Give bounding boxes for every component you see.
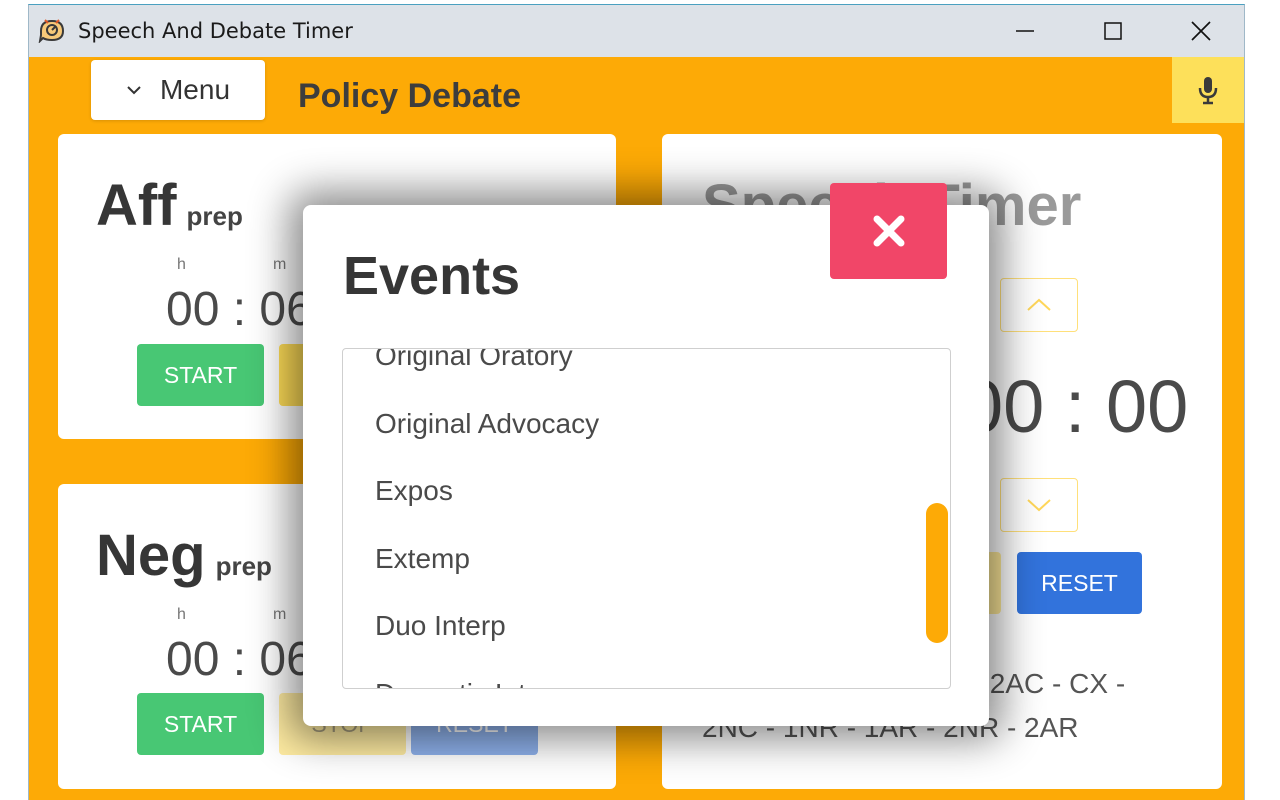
neg-start-button[interactable]: START <box>137 693 264 755</box>
events-list-inner: Original Oratory Original Advocacy Expos… <box>343 349 950 689</box>
minimize-icon <box>1016 30 1034 32</box>
list-item[interactable]: Original Oratory <box>343 349 950 390</box>
microphone-button[interactable] <box>1172 57 1244 123</box>
menu-button[interactable]: Menu <box>91 60 265 120</box>
modal-close-button[interactable] <box>830 183 947 279</box>
modal-title: Events <box>343 246 521 306</box>
events-list[interactable]: Original Oratory Original Advocacy Expos… <box>342 348 951 689</box>
chevron-down-icon <box>127 86 141 95</box>
menu-label: Menu <box>159 74 231 105</box>
speech-increment-button[interactable] <box>1000 278 1078 332</box>
neg-title-text: Neg <box>96 523 206 588</box>
speech-reset-button[interactable]: RESET <box>1017 552 1142 614</box>
minimize-button[interactable] <box>981 5 1069 57</box>
aff-hours-unit: h <box>177 256 186 273</box>
list-item[interactable]: Expos <box>343 457 950 525</box>
aff-time-display: 00 : 06 <box>166 283 313 336</box>
neg-title: Neg prep <box>96 522 272 589</box>
aff-start-button[interactable]: START <box>137 344 264 406</box>
neg-minutes-unit: m <box>273 606 287 623</box>
events-modal: Events Original Oratory Original Advocac… <box>303 205 989 726</box>
list-item[interactable]: Extemp <box>343 525 950 593</box>
neg-hours-unit: h <box>177 606 186 623</box>
window-title: Speech And Debate Timer <box>78 19 353 43</box>
speech-time-display: 00 : 00 <box>962 365 1189 448</box>
app-logo-icon <box>38 19 65 43</box>
aff-title: Aff prep <box>96 172 243 239</box>
maximize-button[interactable] <box>1069 5 1157 57</box>
aff-title-text: Aff <box>96 173 177 238</box>
speech-decrement-button[interactable] <box>1000 478 1078 532</box>
maximize-icon <box>1104 22 1122 40</box>
chevron-up-icon <box>1027 298 1051 311</box>
scrollbar-thumb[interactable] <box>926 503 948 643</box>
list-item[interactable]: Duo Interp <box>343 592 950 660</box>
aff-subtitle: prep <box>186 201 243 231</box>
chevron-down-icon <box>1027 499 1051 512</box>
list-item[interactable]: Dramatic Interp <box>343 660 950 689</box>
aff-minutes-unit: m <box>273 256 287 273</box>
page-title: Policy Debate <box>298 77 521 115</box>
close-icon <box>873 215 904 247</box>
title-bar: Speech And Debate Timer <box>29 5 1244 57</box>
neg-time-display: 00 : 06 <box>166 633 313 686</box>
neg-subtitle: prep <box>215 551 272 581</box>
list-item[interactable]: Original Advocacy <box>343 390 950 458</box>
close-icon <box>1191 21 1211 41</box>
close-button[interactable] <box>1157 5 1244 57</box>
microphone-icon <box>1198 77 1218 105</box>
